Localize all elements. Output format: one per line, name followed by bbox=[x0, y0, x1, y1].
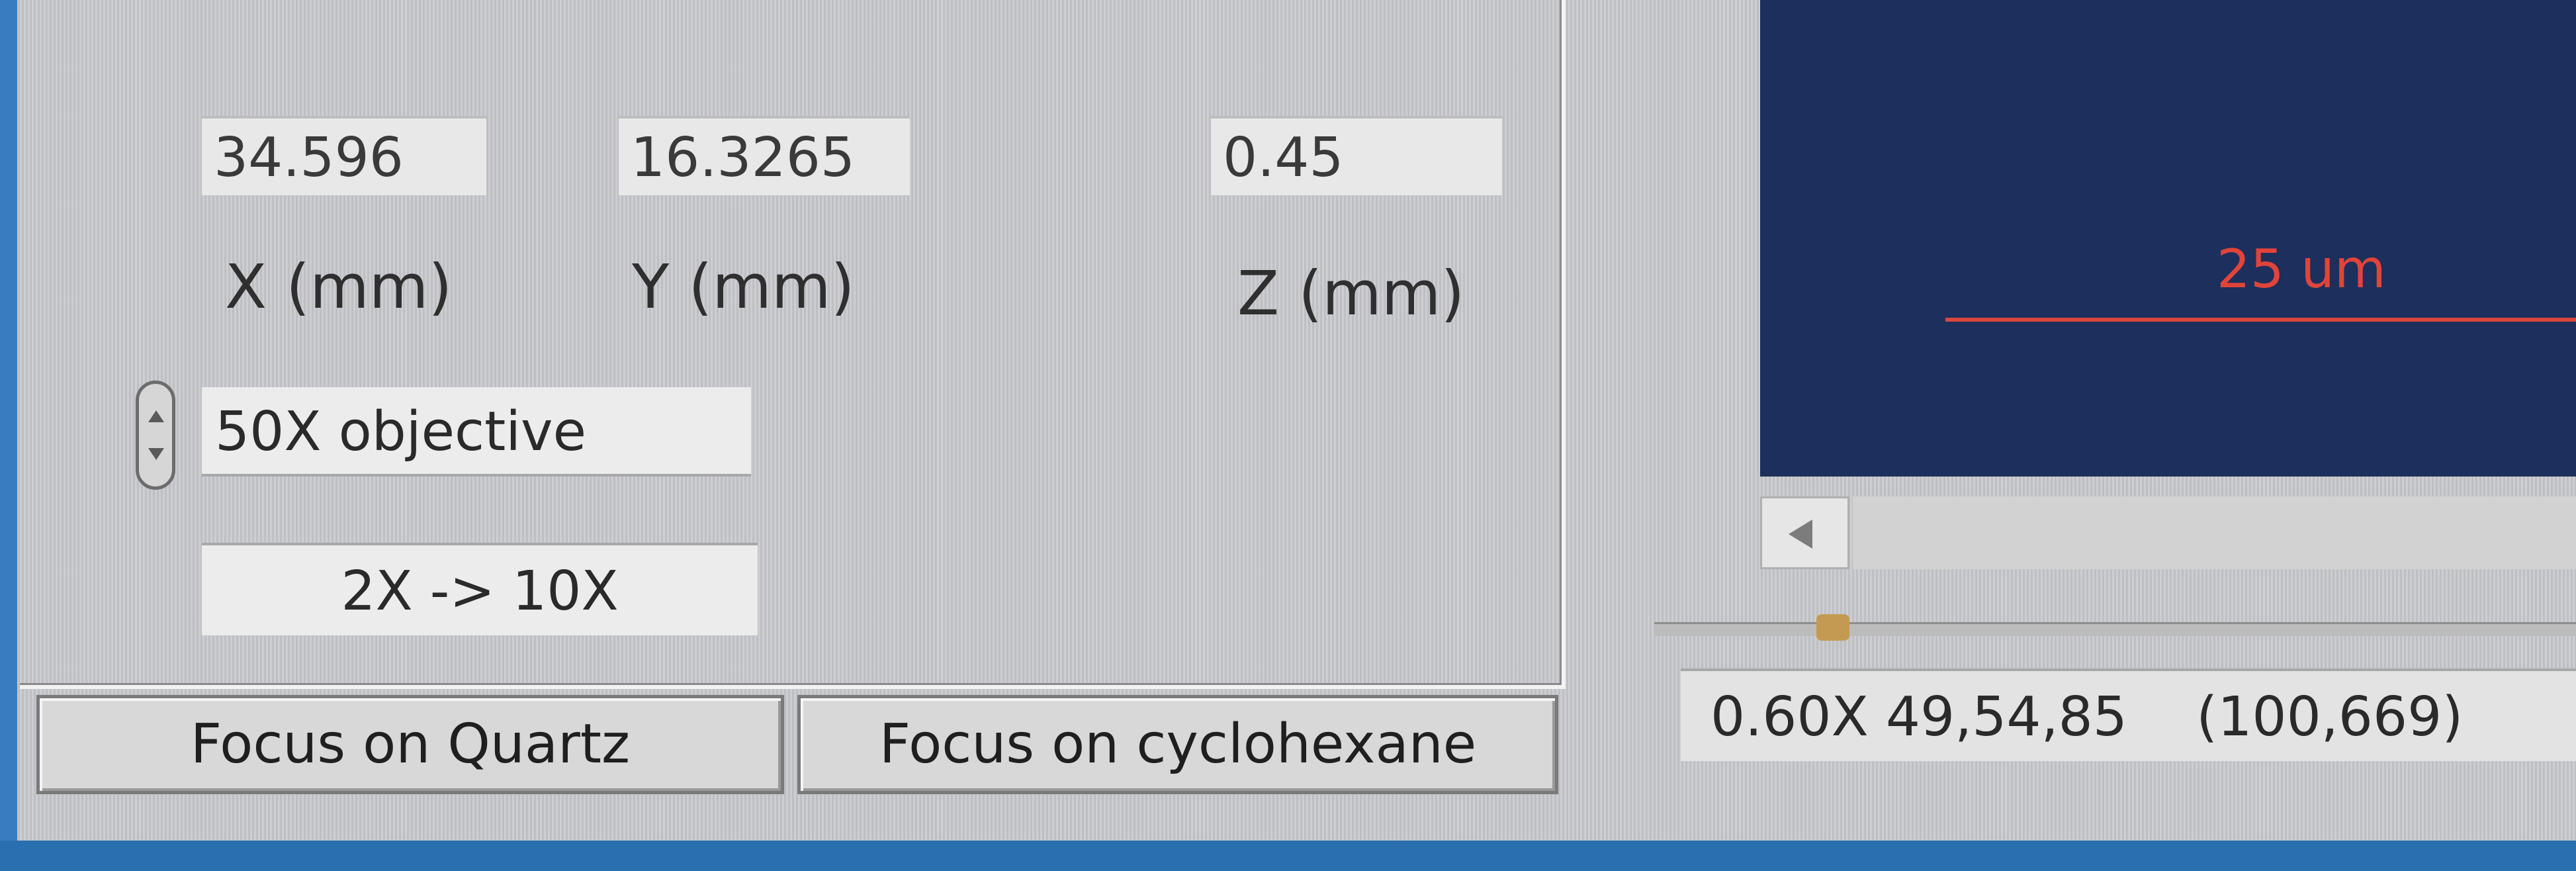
z-axis-label: Z (mm) bbox=[1237, 258, 1465, 329]
scroll-left-arrow-icon[interactable] bbox=[1760, 496, 1849, 569]
zoom-slider-track[interactable] bbox=[1654, 622, 2576, 636]
focus-quartz-button[interactable]: Focus on Quartz bbox=[36, 695, 784, 794]
y-axis-label: Y (mm) bbox=[632, 252, 855, 322]
x-axis-label: X (mm) bbox=[225, 252, 453, 322]
y-position-field[interactable]: 16.3265 bbox=[619, 116, 910, 195]
objective-selector[interactable]: 50X objective bbox=[202, 387, 751, 477]
camera-view[interactable] bbox=[1760, 0, 2576, 477]
scale-bar-label: 25 um bbox=[2217, 238, 2386, 300]
focus-cyclohexane-button[interactable]: Focus on cyclohexane bbox=[797, 695, 1558, 794]
z-position-field[interactable]: 0.45 bbox=[1211, 116, 1502, 195]
x-position-field[interactable]: 34.596 bbox=[202, 116, 486, 195]
window-edge bbox=[0, 0, 17, 841]
status-readout: 0.60X 49,54,85 (100,669) bbox=[1681, 668, 2576, 761]
magnification-toggle-button[interactable]: 2X -> 10X bbox=[202, 543, 758, 635]
horizontal-scrollbar[interactable] bbox=[1853, 496, 2576, 569]
zoom-slider-thumb[interactable] bbox=[1816, 614, 1849, 641]
taskbar-edge bbox=[0, 841, 2576, 871]
objective-spinner-icon[interactable] bbox=[136, 381, 175, 490]
scale-bar bbox=[1945, 318, 2576, 322]
